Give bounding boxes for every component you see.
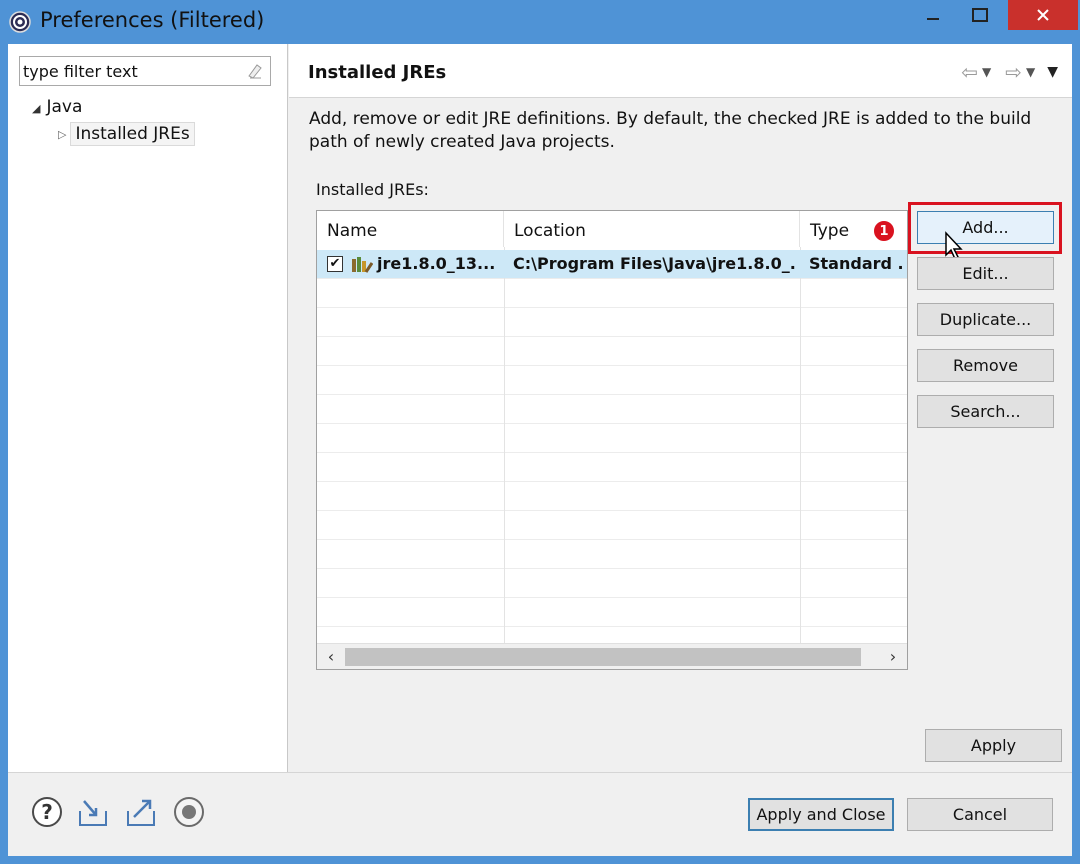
filter-field[interactable] bbox=[19, 56, 271, 86]
cancel-button[interactable]: Cancel bbox=[907, 798, 1053, 831]
record-icon[interactable] bbox=[172, 795, 206, 829]
row-divider bbox=[317, 394, 907, 395]
row-divider bbox=[317, 278, 907, 279]
maximize-icon bbox=[972, 8, 988, 22]
row-divider bbox=[317, 626, 907, 627]
close-icon bbox=[1037, 9, 1049, 21]
close-button[interactable] bbox=[1008, 0, 1078, 30]
dialog-body: ◢ Java ▷ Installed JREs Installed JREs ⇦ … bbox=[8, 44, 1072, 856]
edit-button[interactable]: Edit... bbox=[917, 257, 1054, 290]
installed-jres-page: Installed JREs ⇦ ▼ ⇨ ▼ ▼ Add, remove or … bbox=[289, 44, 1072, 772]
row-divider bbox=[317, 307, 907, 308]
page-nav: ⇦ ▼ ⇨ ▼ ▼ bbox=[961, 60, 1058, 84]
remove-button[interactable]: Remove bbox=[917, 349, 1054, 382]
horizontal-scrollbar[interactable]: ‹ › bbox=[317, 643, 907, 669]
table-header: Name Location Type bbox=[317, 211, 907, 247]
jre-table[interactable]: Name Location Type ✔ jre1.8.0_13... C:\P… bbox=[316, 210, 908, 670]
row-checkbox[interactable]: ✔ bbox=[327, 256, 343, 272]
tree-node-installed-jres[interactable]: ▷ Installed JREs bbox=[58, 122, 195, 146]
apply-button[interactable]: Apply bbox=[925, 729, 1062, 762]
column-divider bbox=[504, 247, 505, 643]
search-button[interactable]: Search... bbox=[917, 395, 1054, 428]
forward-arrow-icon[interactable]: ⇨ bbox=[1005, 60, 1022, 84]
import-icon[interactable] bbox=[76, 795, 110, 829]
row-divider bbox=[317, 481, 907, 482]
window-title: Preferences (Filtered) bbox=[40, 8, 265, 32]
row-divider bbox=[317, 568, 907, 569]
row-divider bbox=[317, 597, 907, 598]
column-header-name[interactable]: Name bbox=[317, 211, 504, 247]
dialog-footer: ? Apply and Close Cancel bbox=[8, 772, 1072, 856]
tree-node-java[interactable]: ◢ Java bbox=[32, 97, 82, 117]
step-number-badge: 1 bbox=[872, 219, 896, 243]
forward-dropdown-icon[interactable]: ▼ bbox=[1026, 65, 1035, 79]
row-divider bbox=[317, 510, 907, 511]
preferences-window: Preferences (Filtered) ◢ Java ▷ bbox=[0, 0, 1080, 864]
duplicate-button[interactable]: Duplicate... bbox=[917, 303, 1054, 336]
table-row[interactable]: ✔ jre1.8.0_13... C:\Program Files\Java\j… bbox=[317, 250, 907, 278]
back-dropdown-icon[interactable]: ▼ bbox=[982, 65, 991, 79]
page-description: Add, remove or edit JRE definitions. By … bbox=[309, 109, 1032, 152]
export-icon[interactable] bbox=[124, 795, 158, 829]
row-divider bbox=[317, 365, 907, 366]
maximize-button[interactable] bbox=[956, 0, 1004, 30]
table-label: Installed JREs: bbox=[316, 180, 429, 199]
cell-name: ✔ jre1.8.0_13... bbox=[327, 250, 503, 278]
back-arrow-icon[interactable]: ⇦ bbox=[961, 60, 978, 84]
row-divider bbox=[317, 452, 907, 453]
page-header: Installed JREs ⇦ ▼ ⇨ ▼ ▼ bbox=[289, 44, 1072, 98]
eclipse-icon bbox=[9, 11, 31, 33]
scroll-thumb[interactable] bbox=[345, 648, 861, 666]
tree-node-label: Installed JREs bbox=[70, 122, 195, 146]
row-divider bbox=[317, 336, 907, 337]
collapsed-arrow-icon[interactable]: ▷ bbox=[58, 128, 66, 141]
minimize-icon bbox=[927, 18, 939, 20]
column-header-location[interactable]: Location bbox=[504, 211, 800, 247]
minimize-button[interactable] bbox=[908, 0, 958, 30]
view-menu-icon[interactable]: ▼ bbox=[1047, 64, 1058, 80]
page-title: Installed JREs bbox=[308, 62, 447, 83]
scroll-left-icon[interactable]: ‹ bbox=[321, 646, 341, 668]
column-divider bbox=[800, 247, 801, 643]
filter-input[interactable] bbox=[23, 60, 233, 82]
eraser-icon[interactable] bbox=[246, 62, 264, 80]
cell-location: C:\Program Files\Java\jre1.8.0_... bbox=[513, 254, 795, 273]
preference-tree-pane: ◢ Java ▷ Installed JREs bbox=[8, 44, 288, 772]
svg-text:?: ? bbox=[41, 800, 53, 824]
expanded-arrow-icon[interactable]: ◢ bbox=[32, 102, 40, 115]
apply-and-close-button[interactable]: Apply and Close bbox=[748, 798, 894, 831]
row-divider bbox=[317, 539, 907, 540]
help-icon[interactable]: ? bbox=[30, 795, 64, 829]
cell-type: Standard ... bbox=[809, 254, 905, 273]
row-divider bbox=[317, 423, 907, 424]
title-bar[interactable]: Preferences (Filtered) bbox=[0, 0, 1080, 44]
jre-name: jre1.8.0_13... bbox=[377, 254, 496, 273]
jre-library-icon bbox=[352, 257, 373, 273]
tree-node-label: Java bbox=[46, 97, 83, 117]
scroll-right-icon[interactable]: › bbox=[883, 646, 903, 668]
add-button[interactable]: Add... bbox=[917, 211, 1054, 244]
